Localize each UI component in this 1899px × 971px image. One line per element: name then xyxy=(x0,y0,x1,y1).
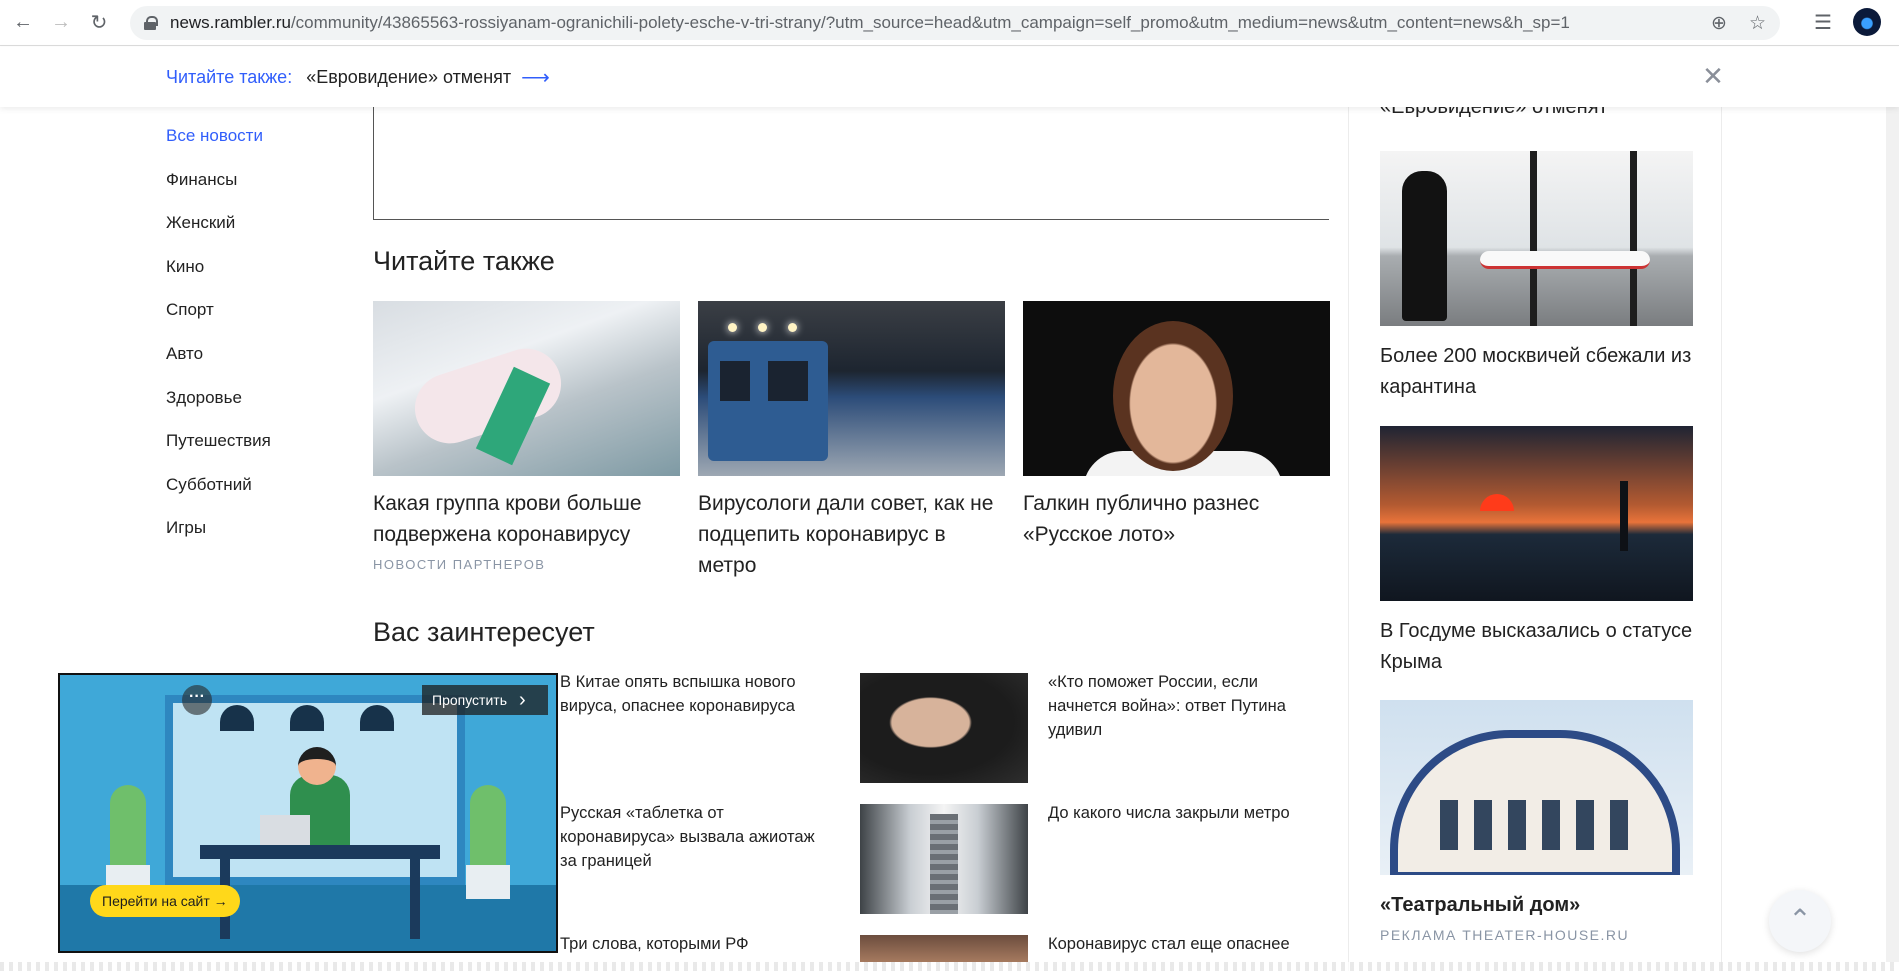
card-image-lab[interactable] xyxy=(373,301,680,476)
interest-item-title[interactable]: Три слова, которыми РФ xyxy=(560,932,820,956)
forward-icon[interactable]: → xyxy=(46,8,76,38)
bottom-status-strip xyxy=(0,962,1899,971)
read-also-heading: Читайте также xyxy=(373,246,555,276)
chevron-right-icon: › xyxy=(519,688,526,711)
scroll-to-top-button[interactable]: ⌃ xyxy=(1769,890,1831,952)
read-also-sticky-bar: Читайте также: «Евровидение» отменят ⟶ ✕ xyxy=(0,47,1899,107)
media-playlist-icon[interactable]: ☰ xyxy=(1809,8,1837,36)
card-image-metro[interactable] xyxy=(698,301,1005,476)
sidebar-news-card[interactable]: В Госдуме высказались о статусе Крыма xyxy=(1380,426,1693,678)
sidebar-ad-source[interactable]: РЕКЛАМА THEATER-HOUSE.RU xyxy=(1380,927,1693,943)
url-host: news.rambler.ru xyxy=(170,13,291,32)
nav-item-games[interactable]: Игры xyxy=(166,515,346,559)
sidebar-news-title[interactable]: В Госдуме высказались о статусе Крыма xyxy=(1380,616,1693,678)
interest-item-image[interactable] xyxy=(860,935,1028,962)
url-text[interactable]: news.rambler.ru/community/43865563-rossi… xyxy=(170,13,1650,33)
interest-item-title[interactable]: «Кто поможет России, если начнется война… xyxy=(1048,670,1318,742)
card-source: Новости партнеров xyxy=(373,557,546,572)
lock-icon xyxy=(144,16,158,30)
sidebar-image-theater[interactable] xyxy=(1380,700,1693,875)
read-also-card[interactable]: Вирусологи дали совет, как не подцепить … xyxy=(698,301,1005,581)
interest-item-title[interactable]: Коронавирус стал еще опаснее xyxy=(1048,932,1318,956)
reload-icon[interactable]: ↻ xyxy=(84,8,114,38)
sidebar-ad-card[interactable]: «Театральный дом» РЕКЛАМА THEATER-HOUSE.… xyxy=(1380,700,1693,943)
read-also-label: Читайте также: xyxy=(166,66,293,87)
skip-label: Пропустить xyxy=(432,692,507,708)
read-also-link[interactable]: «Евровидение» отменят xyxy=(306,67,511,88)
card-title[interactable]: Вирусологи дали совет, как не подцепить … xyxy=(698,488,1005,581)
interesting-heading: Вас заинтересует xyxy=(373,617,595,647)
nav-item-cinema[interactable]: Кино xyxy=(166,254,346,298)
nav-item-finance[interactable]: Финансы xyxy=(166,167,346,211)
nav-item-health[interactable]: Здоровье xyxy=(166,385,346,429)
nav-item-all-news[interactable]: Все новости xyxy=(166,123,346,167)
skip-ad-button[interactable]: Пропустить › xyxy=(422,685,548,715)
url-path: /community/43865563-rossiyanam-ogranichi… xyxy=(290,13,1570,32)
video-ad-player[interactable]: ··· Пропустить › Перейти на сайт → xyxy=(58,673,558,953)
profile-avatar[interactable] xyxy=(1853,8,1881,36)
read-also-card[interactable]: Галкин публично разнес «Русское лото» xyxy=(1023,301,1330,550)
nav-item-travel[interactable]: Путешествия xyxy=(166,428,346,472)
browser-toolbar: ← → ↻ news.rambler.ru/community/43865563… xyxy=(0,0,1899,46)
scrollbar[interactable] xyxy=(1886,47,1899,962)
nav-item-auto[interactable]: Авто xyxy=(166,341,346,385)
interest-item-title[interactable]: До какого числа закрыли метро xyxy=(1048,801,1318,825)
category-nav: Все новости Финансы Женский Кино Спорт А… xyxy=(166,123,346,559)
go-to-site-button[interactable]: Перейти на сайт → xyxy=(90,885,240,917)
sidebar-news-title[interactable]: Более 200 москвичей сбежали из карантина xyxy=(1380,341,1693,403)
nav-item-saturday[interactable]: Субботний xyxy=(166,472,346,516)
close-icon[interactable]: ✕ xyxy=(1700,63,1726,89)
address-bar[interactable]: news.rambler.ru/community/43865563-rossi… xyxy=(130,6,1780,40)
sidebar-news-card[interactable]: Более 200 москвичей сбежали из карантина xyxy=(1380,151,1693,403)
nav-item-women[interactable]: Женский xyxy=(166,210,346,254)
arrow-right-icon[interactable]: ⟶ xyxy=(521,65,550,90)
sidebar-image-sunset[interactable] xyxy=(1380,426,1693,601)
ad-frame xyxy=(373,100,1329,220)
read-also-card[interactable]: Какая группа крови больше подвержена кор… xyxy=(373,301,680,572)
sidebar-image-airport[interactable] xyxy=(1380,151,1693,326)
card-title[interactable]: Галкин публично разнес «Русское лото» xyxy=(1023,488,1330,550)
more-options-icon[interactable]: ··· xyxy=(182,685,212,715)
sidebar-ad-title[interactable]: «Театральный дом» xyxy=(1380,890,1693,921)
card-image-portrait[interactable] xyxy=(1023,301,1330,476)
interest-item-title[interactable]: Русская «таблетка от коронавируса» вызва… xyxy=(560,801,820,873)
interest-item-title[interactable]: В Китае опять вспышка нового вируса, опа… xyxy=(560,670,820,718)
bookmark-star-icon[interactable]: ☆ xyxy=(1749,12,1766,35)
back-icon[interactable]: ← xyxy=(8,8,38,38)
interest-item-image[interactable] xyxy=(860,804,1028,914)
interest-item-image[interactable] xyxy=(860,673,1028,783)
card-title[interactable]: Какая группа крови больше подвержена кор… xyxy=(373,488,680,550)
nav-item-sport[interactable]: Спорт xyxy=(166,297,346,341)
add-icon[interactable]: ⊕ xyxy=(1711,12,1727,35)
